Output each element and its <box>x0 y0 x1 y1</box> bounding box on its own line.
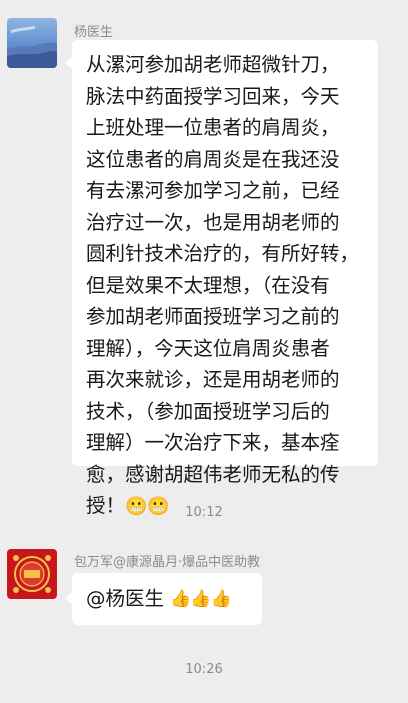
message-line: 圆利针技术治疗的，有所好转， <box>86 242 360 265</box>
timestamp: 10:12 <box>185 505 223 520</box>
timestamp: 10:26 <box>185 662 223 677</box>
message-line: 再次来就诊，还是用胡老师的 <box>86 368 340 391</box>
mention-text[interactable]: @杨医生 <box>86 587 164 610</box>
message-line: 理解），今天这位肩周炎患者 <box>86 336 330 360</box>
message-line: 愈，感谢胡超伟老师无私的传 <box>86 462 340 486</box>
message-text: @杨医生 👍👍👍 <box>86 583 232 615</box>
message-bubble[interactable]: 从漯河参加胡老师超微针刀， 脉法中药面授学习回来，今天 上班处理一位患者的肩周炎… <box>65 40 378 517</box>
message-line: 参加胡老师面授班学习之前的 <box>86 305 340 328</box>
sender-avatar-yang[interactable] <box>7 18 57 68</box>
message-line: 这位患者的肩周炎是在我还没 <box>86 147 340 171</box>
red-festive-avatar-icon <box>7 549 57 599</box>
message-line: 从漯河参加胡老师超微针刀， <box>86 53 340 76</box>
sender-avatar-bao[interactable] <box>7 549 57 599</box>
sender-name: 杨医生 <box>74 25 114 40</box>
message-line: 有去漯河参加学习之前，已经 <box>86 179 340 202</box>
message-bubble[interactable]: @杨医生 👍👍👍 <box>65 573 262 625</box>
message-line: 脉法中药面授学习回来，今天 <box>86 84 340 108</box>
message-line: 但是效果不太理想，（在没有 <box>86 273 330 297</box>
sender-name: 包万军@康源晶月·爆品中医助教 <box>74 555 261 570</box>
message-text: 从漯河参加胡老师超微针刀， 脉法中药面授学习回来，今天 上班处理一位患者的肩周炎… <box>86 49 376 522</box>
thumbs-up-icon: 👍👍👍 <box>170 588 232 609</box>
message-line: 理解）一次治疗下来，基本痊 <box>86 431 340 454</box>
message-line: 治疗过一次，也是用胡老师的 <box>86 210 340 234</box>
message-line: 技术，（参加面授班学习后的 <box>86 399 330 423</box>
message-line: 上班处理一位患者的肩周炎， <box>86 116 340 139</box>
sky-landscape-avatar-icon <box>7 18 57 68</box>
